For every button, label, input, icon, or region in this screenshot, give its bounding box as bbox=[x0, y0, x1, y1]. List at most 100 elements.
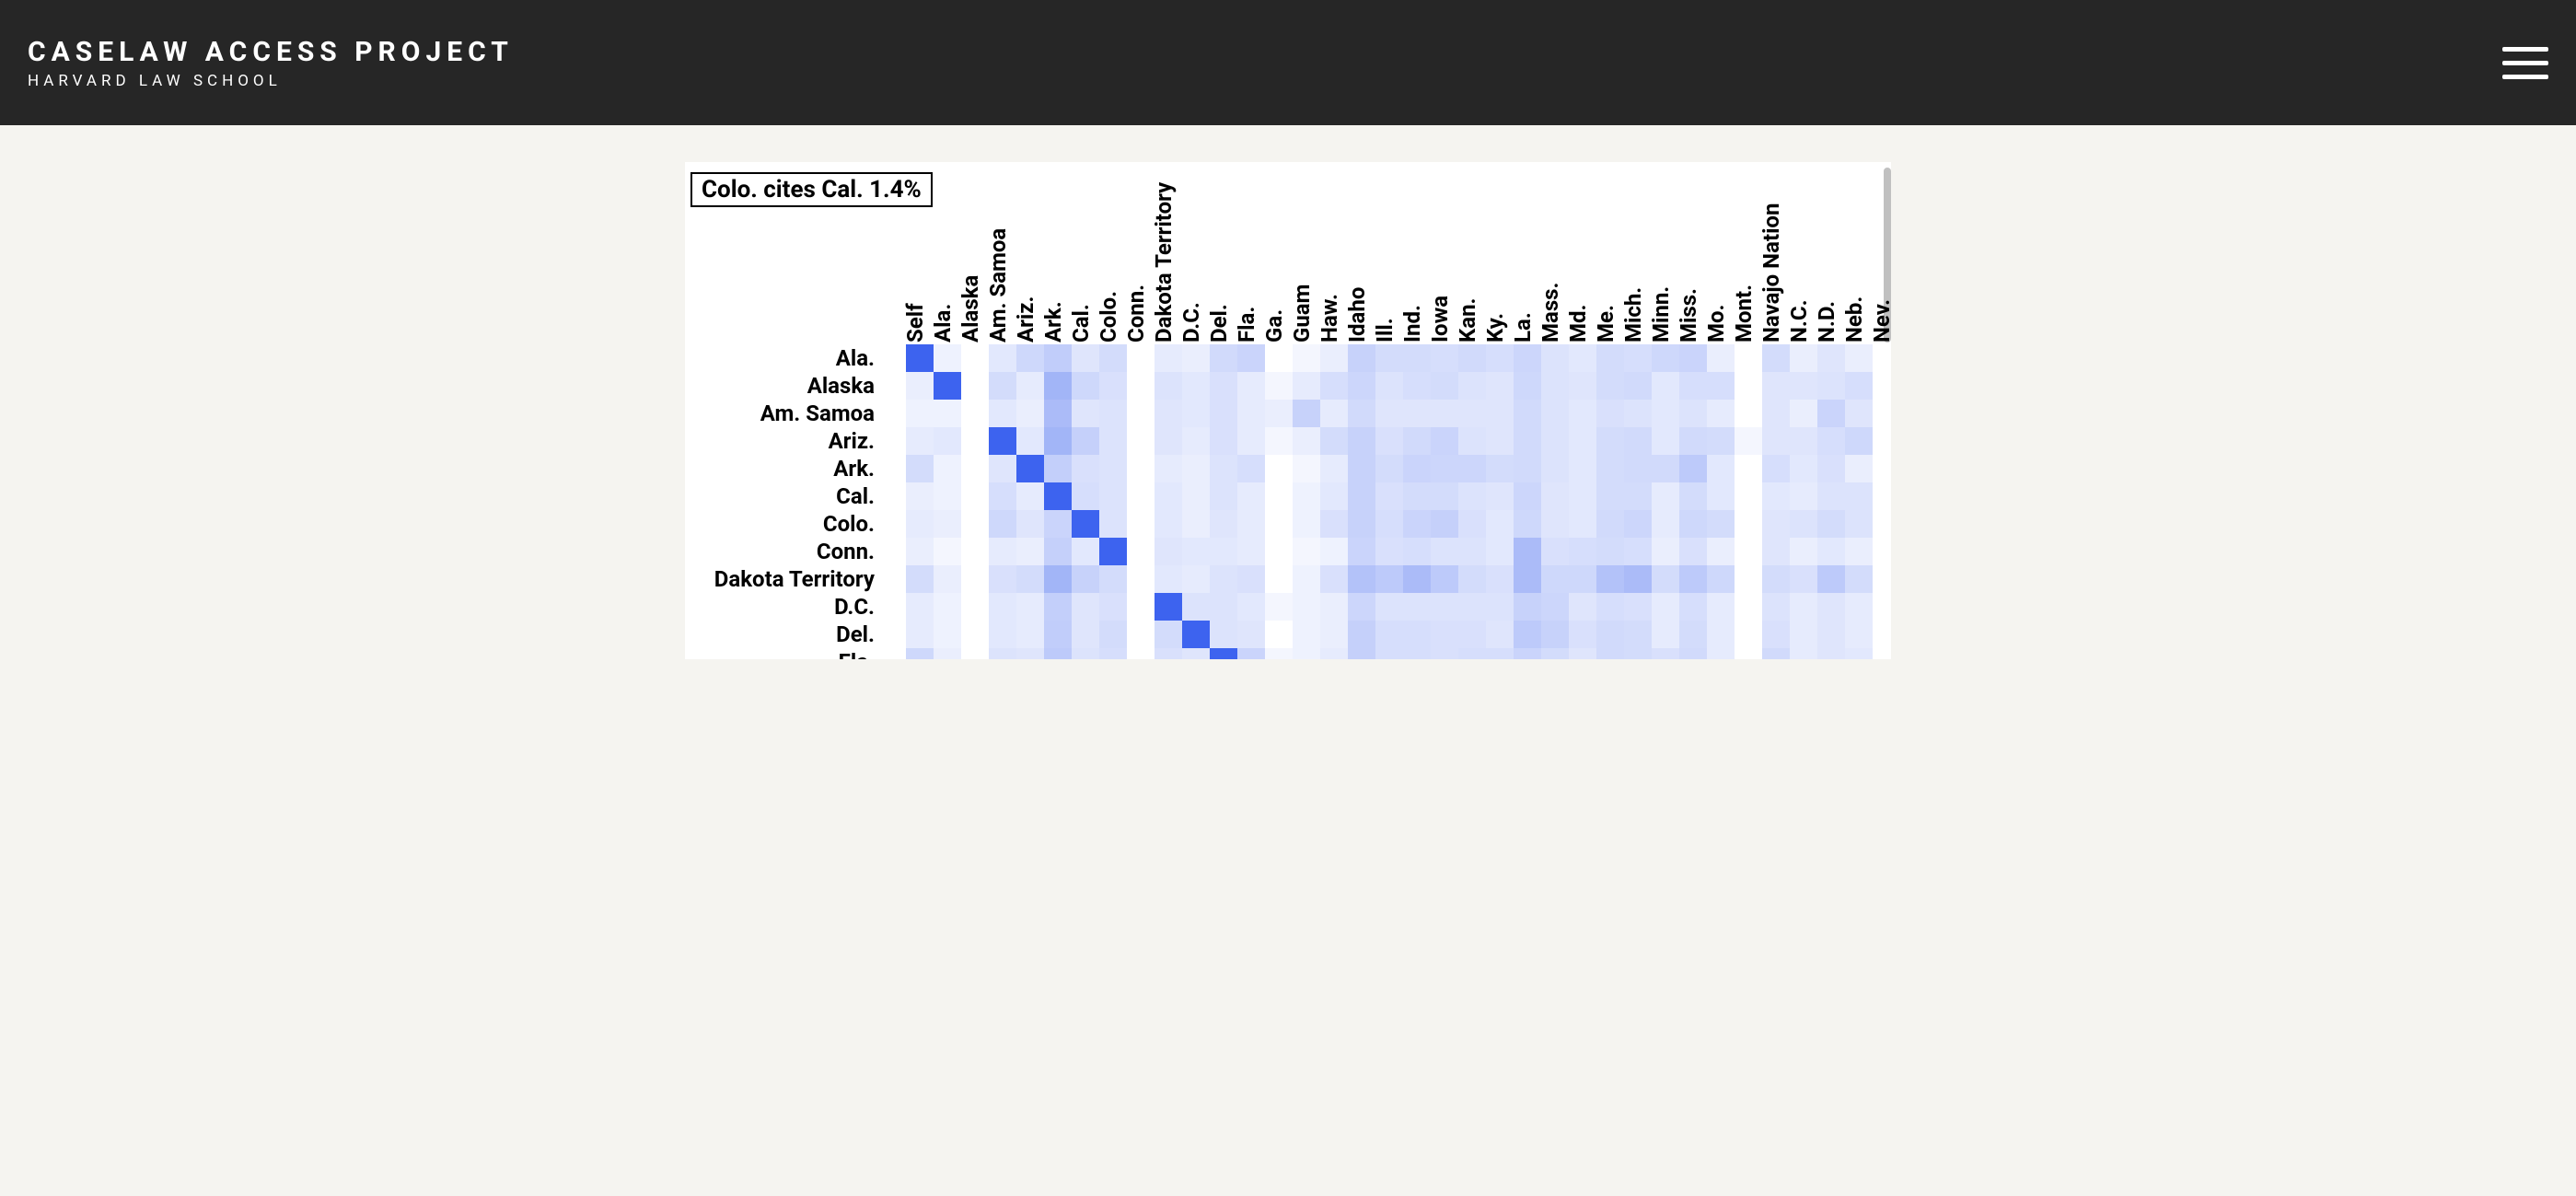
heatmap-cell[interactable] bbox=[1182, 648, 1210, 659]
heatmap-cell[interactable] bbox=[1375, 565, 1403, 593]
heatmap-cell[interactable] bbox=[1514, 482, 1541, 510]
heatmap-cell[interactable] bbox=[1265, 372, 1293, 400]
heatmap-cell[interactable] bbox=[1541, 648, 1569, 659]
heatmap-cell[interactable] bbox=[1155, 621, 1182, 648]
heatmap-cell[interactable] bbox=[1375, 593, 1403, 621]
heatmap-cell[interactable] bbox=[1375, 510, 1403, 538]
heatmap-cell[interactable] bbox=[1679, 372, 1707, 400]
heatmap-cell[interactable] bbox=[1569, 565, 1596, 593]
heatmap-cell[interactable] bbox=[1541, 400, 1569, 427]
heatmap-cell[interactable] bbox=[1265, 344, 1293, 372]
heatmap-cell[interactable] bbox=[1348, 427, 1375, 455]
heatmap-cell[interactable] bbox=[1679, 593, 1707, 621]
heatmap-cell[interactable] bbox=[1679, 565, 1707, 593]
heatmap-cell[interactable] bbox=[1210, 427, 1237, 455]
heatmap-cell[interactable] bbox=[1541, 621, 1569, 648]
heatmap-cell[interactable] bbox=[1458, 565, 1486, 593]
heatmap-cell[interactable] bbox=[1099, 427, 1127, 455]
heatmap-cell[interactable] bbox=[961, 344, 989, 372]
heatmap-cell[interactable] bbox=[1127, 427, 1155, 455]
heatmap-cell[interactable] bbox=[1845, 538, 1873, 565]
heatmap-cell[interactable] bbox=[906, 565, 934, 593]
heatmap-chart[interactable]: Colo. cites Cal. 1.4% SelfAla.AlaskaAm. … bbox=[685, 162, 1891, 659]
heatmap-cell[interactable] bbox=[906, 538, 934, 565]
heatmap-cell[interactable] bbox=[1155, 482, 1182, 510]
heatmap-cell[interactable] bbox=[1099, 621, 1127, 648]
heatmap-cell[interactable] bbox=[1044, 593, 1072, 621]
heatmap-cell[interactable] bbox=[1458, 482, 1486, 510]
heatmap-cell[interactable] bbox=[1155, 455, 1182, 482]
heatmap-cell[interactable] bbox=[1486, 482, 1514, 510]
heatmap-cell[interactable] bbox=[906, 621, 934, 648]
heatmap-cell[interactable] bbox=[1735, 455, 1762, 482]
heatmap-cell[interactable] bbox=[1431, 400, 1458, 427]
heatmap-cell[interactable] bbox=[1817, 565, 1845, 593]
heatmap-cell[interactable] bbox=[1044, 455, 1072, 482]
heatmap-cell[interactable] bbox=[1044, 482, 1072, 510]
heatmap-cell[interactable] bbox=[1458, 400, 1486, 427]
heatmap-cell[interactable] bbox=[1182, 565, 1210, 593]
heatmap-cell[interactable] bbox=[1182, 621, 1210, 648]
heatmap-cell[interactable] bbox=[1293, 372, 1320, 400]
heatmap-cell[interactable] bbox=[1265, 621, 1293, 648]
heatmap-cell[interactable] bbox=[1237, 593, 1265, 621]
heatmap-cell[interactable] bbox=[1375, 400, 1403, 427]
heatmap-cell[interactable] bbox=[1817, 538, 1845, 565]
heatmap-cell[interactable] bbox=[1072, 455, 1099, 482]
heatmap-cell[interactable] bbox=[1762, 565, 1790, 593]
heatmap-cell[interactable] bbox=[1293, 593, 1320, 621]
heatmap-cell[interactable] bbox=[1541, 455, 1569, 482]
heatmap-cell[interactable] bbox=[1707, 482, 1735, 510]
heatmap-cell[interactable] bbox=[1099, 648, 1127, 659]
heatmap-cell[interactable] bbox=[989, 593, 1016, 621]
heatmap-cell[interactable] bbox=[1320, 427, 1348, 455]
heatmap-cell[interactable] bbox=[1431, 455, 1458, 482]
brand[interactable]: CASELAW ACCESS PROJECT HARVARD LAW SCHOO… bbox=[28, 36, 514, 90]
heatmap-cell[interactable] bbox=[1486, 427, 1514, 455]
heatmap-cell[interactable] bbox=[1127, 372, 1155, 400]
heatmap-cell[interactable] bbox=[1265, 455, 1293, 482]
heatmap-cell[interactable] bbox=[1348, 510, 1375, 538]
heatmap-cell[interactable] bbox=[1375, 538, 1403, 565]
heatmap-cell[interactable] bbox=[1182, 593, 1210, 621]
heatmap-cell[interactable] bbox=[1127, 565, 1155, 593]
heatmap-cell[interactable] bbox=[1293, 455, 1320, 482]
heatmap-cell[interactable] bbox=[961, 455, 989, 482]
heatmap-cell[interactable] bbox=[1403, 510, 1431, 538]
heatmap-cell[interactable] bbox=[1210, 400, 1237, 427]
heatmap-cell[interactable] bbox=[1624, 427, 1652, 455]
heatmap-cell[interactable] bbox=[878, 648, 906, 659]
heatmap-cell[interactable] bbox=[989, 565, 1016, 593]
heatmap-cell[interactable] bbox=[1514, 372, 1541, 400]
heatmap-cell[interactable] bbox=[1182, 427, 1210, 455]
heatmap-cell[interactable] bbox=[1072, 565, 1099, 593]
heatmap-cell[interactable] bbox=[1817, 510, 1845, 538]
heatmap-cell[interactable] bbox=[1099, 400, 1127, 427]
heatmap-cell[interactable] bbox=[1431, 372, 1458, 400]
heatmap-cell[interactable] bbox=[989, 372, 1016, 400]
hamburger-menu-icon[interactable] bbox=[2502, 47, 2548, 79]
heatmap-cell[interactable] bbox=[1596, 648, 1624, 659]
heatmap-cell[interactable] bbox=[1431, 344, 1458, 372]
heatmap-cell[interactable] bbox=[1486, 538, 1514, 565]
heatmap-cell[interactable] bbox=[1735, 427, 1762, 455]
heatmap-cell[interactable] bbox=[1679, 510, 1707, 538]
heatmap-cell[interactable] bbox=[1320, 400, 1348, 427]
heatmap-cell[interactable] bbox=[1790, 510, 1817, 538]
heatmap-cell[interactable] bbox=[878, 593, 906, 621]
heatmap-cell[interactable] bbox=[1845, 400, 1873, 427]
heatmap-cell[interactable] bbox=[878, 621, 906, 648]
heatmap-cell[interactable] bbox=[1707, 400, 1735, 427]
heatmap-cell[interactable] bbox=[1265, 400, 1293, 427]
heatmap-cell[interactable] bbox=[1403, 538, 1431, 565]
heatmap-cell[interactable] bbox=[1790, 538, 1817, 565]
heatmap-cell[interactable] bbox=[1127, 455, 1155, 482]
heatmap-cell[interactable] bbox=[1403, 565, 1431, 593]
heatmap-cell[interactable] bbox=[1293, 648, 1320, 659]
heatmap-cell[interactable] bbox=[1348, 455, 1375, 482]
heatmap-cell[interactable] bbox=[1458, 510, 1486, 538]
heatmap-cell[interactable] bbox=[989, 455, 1016, 482]
heatmap-cell[interactable] bbox=[1514, 344, 1541, 372]
heatmap-cell[interactable] bbox=[1790, 482, 1817, 510]
heatmap-cell[interactable] bbox=[1735, 621, 1762, 648]
